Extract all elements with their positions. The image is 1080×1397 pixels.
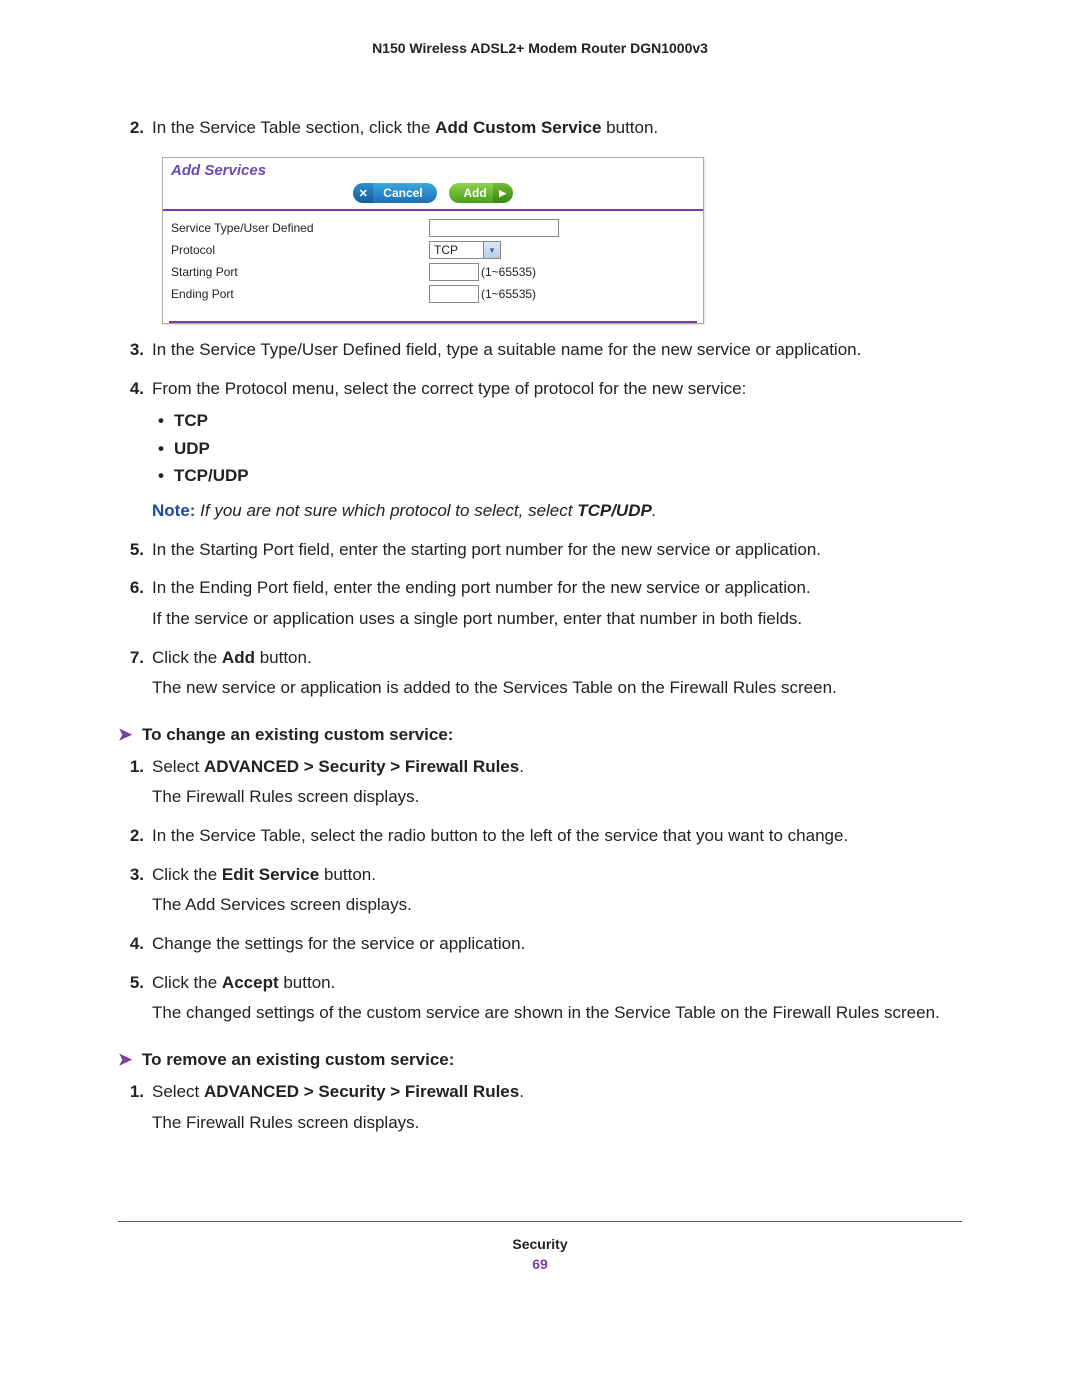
arrow-right-icon: ➤ — [118, 1050, 142, 1070]
step-number: 7. — [118, 646, 152, 707]
step-5-text: In the Starting Port field, enter the st… — [152, 538, 962, 563]
step-number: 3. — [118, 338, 152, 369]
step-7b-text: The new service or application is added … — [152, 676, 962, 701]
cancel-button[interactable]: ✕ Cancel — [355, 183, 436, 203]
step-number: 2. — [118, 116, 152, 147]
protocol-label: Protocol — [171, 243, 429, 257]
close-icon: ✕ — [353, 183, 373, 203]
port-range-hint: (1~65535) — [481, 265, 536, 279]
list-item: TCP — [152, 407, 962, 434]
panel-title: Add Services — [163, 158, 703, 181]
service-type-label: Service Type/User Defined — [171, 221, 429, 235]
step-4-lead: From the Protocol menu, select the corre… — [152, 377, 962, 402]
protocol-select[interactable]: TCP ▼ — [429, 241, 501, 259]
step-number: 5. — [118, 971, 152, 1032]
list-item: UDP — [152, 435, 962, 462]
footer-divider — [118, 1221, 962, 1222]
protocol-options-list: TCP UDP TCP/UDP — [152, 407, 962, 489]
step-6a-text: In the Ending Port field, enter the endi… — [152, 576, 962, 601]
change-step-1a: Select ADVANCED > Security > Firewall Ru… — [152, 755, 962, 780]
step-number: 1. — [118, 1080, 152, 1141]
step-6b-text: If the service or application uses a sin… — [152, 607, 962, 632]
starting-port-label: Starting Port — [171, 265, 429, 279]
remove-step-1a: Select ADVANCED > Security > Firewall Ru… — [152, 1080, 962, 1105]
step-7a-text: Click the Add button. — [152, 646, 962, 671]
step-3-text: In the Service Type/User Defined field, … — [152, 338, 962, 363]
procedure-heading-remove: ➤ To remove an existing custom service: — [118, 1050, 962, 1070]
add-button[interactable]: Add ▶ — [449, 183, 510, 203]
arrow-right-icon: ➤ — [118, 725, 142, 745]
chevron-down-icon: ▼ — [483, 242, 500, 258]
step-number: 6. — [118, 576, 152, 637]
starting-port-input[interactable] — [429, 263, 479, 281]
change-step-4: Change the settings for the service or a… — [152, 932, 962, 957]
change-step-1b: The Firewall Rules screen displays. — [152, 785, 962, 810]
change-step-2: In the Service Table, select the radio b… — [152, 824, 962, 849]
footer-section: Security — [118, 1236, 962, 1252]
step-2-text: In the Service Table section, click the … — [152, 116, 962, 141]
change-step-3b: The Add Services screen displays. — [152, 893, 962, 918]
step-number: 4. — [118, 932, 152, 963]
step-number: 2. — [118, 824, 152, 855]
remove-step-1b: The Firewall Rules screen displays. — [152, 1111, 962, 1136]
chevron-right-icon: ▶ — [493, 183, 513, 203]
procedure-heading-change: ➤ To change an existing custom service: — [118, 725, 962, 745]
document-header: N150 Wireless ADSL2+ Modem Router DGN100… — [118, 40, 962, 56]
ending-port-label: Ending Port — [171, 287, 429, 301]
ending-port-input[interactable] — [429, 285, 479, 303]
step-number: 4. — [118, 377, 152, 530]
change-step-5a: Click the Accept button. — [152, 971, 962, 996]
change-step-5b: The changed settings of the custom servi… — [152, 1001, 962, 1026]
step-number: 5. — [118, 538, 152, 569]
note: Note: If you are not sure which protocol… — [152, 499, 962, 524]
service-type-input[interactable] — [429, 219, 559, 237]
step-number: 3. — [118, 863, 152, 924]
add-services-screenshot: Add Services ✕ Cancel Add ▶ Service Type… — [162, 157, 704, 325]
list-item: TCP/UDP — [152, 462, 962, 489]
page-number: 69 — [118, 1256, 962, 1272]
step-number: 1. — [118, 755, 152, 816]
port-range-hint: (1~65535) — [481, 287, 536, 301]
change-step-3a: Click the Edit Service button. — [152, 863, 962, 888]
